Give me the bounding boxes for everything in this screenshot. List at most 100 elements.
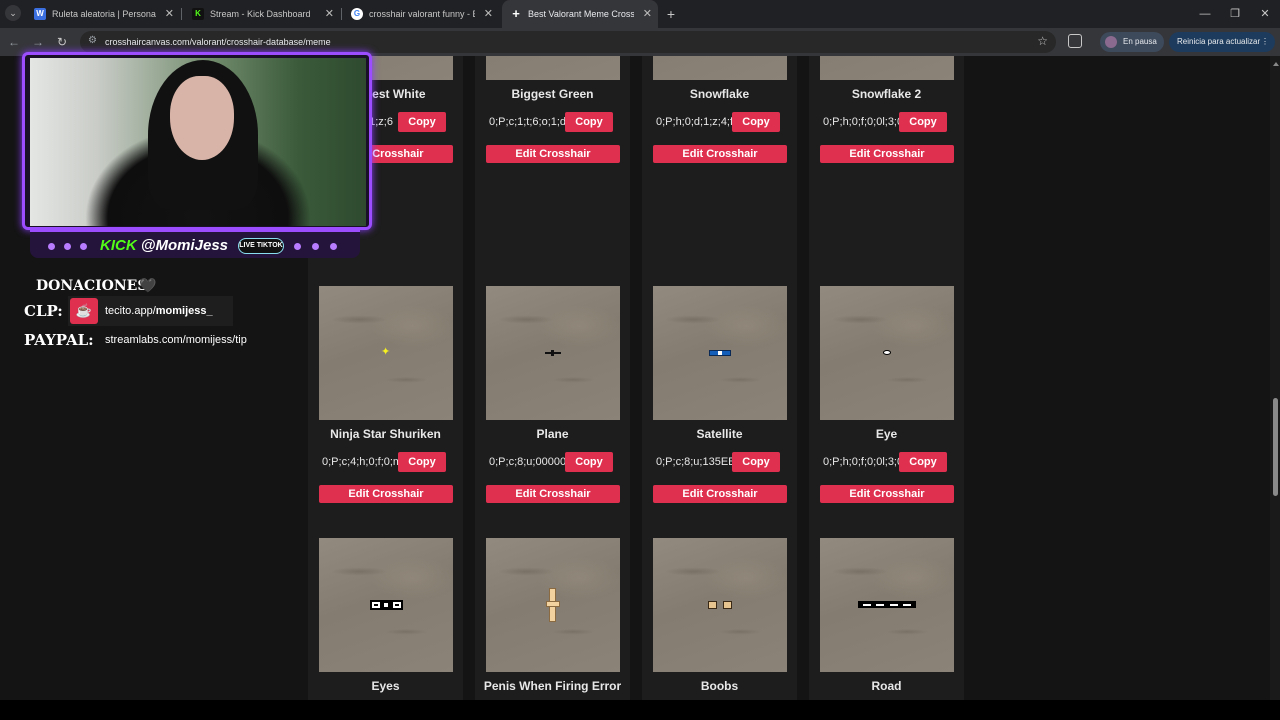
taskbar-strip xyxy=(0,700,1280,720)
close-icon[interactable]: ✕ xyxy=(325,0,334,28)
extensions-icon[interactable] xyxy=(1068,34,1082,48)
tab-search-icon[interactable]: ⌄ xyxy=(5,5,21,21)
tab-title: Stream - Kick Dashboard xyxy=(210,9,311,19)
copy-button[interactable]: Copy xyxy=(398,452,446,472)
copy-button[interactable]: Copy xyxy=(732,112,780,132)
decor-dot xyxy=(312,243,319,250)
crosshair-preview: ✦ xyxy=(319,286,453,420)
copy-button[interactable]: Copy xyxy=(899,452,947,472)
address-bar[interactable]: ⚙ crosshaircanvas.com/valorant/crosshair… xyxy=(80,31,1056,53)
close-window-icon[interactable]: ✕ xyxy=(1250,0,1280,28)
tab-separator xyxy=(181,8,182,20)
tab-separator xyxy=(341,8,342,20)
tiktok-live-badge: LIVE TIKTOK xyxy=(238,238,284,254)
crosshair-preview: ✥ xyxy=(653,56,787,80)
close-icon[interactable]: ✕ xyxy=(643,0,652,28)
crosshair-code: 0;P;h;0;f;0;0l;3;0v xyxy=(823,456,899,468)
copy-button[interactable]: Copy xyxy=(398,112,446,132)
minimize-icon[interactable]: — xyxy=(1190,0,1220,28)
crosshair-preview xyxy=(486,538,620,672)
tab-google-search[interactable]: G crosshair valorant funny - Busc ✕ xyxy=(343,0,499,28)
page-scrollbar[interactable] xyxy=(1270,56,1280,700)
crosshair-name: Ninja Star Shuriken xyxy=(330,427,441,441)
crosshair-code: 0;P;c;4;h;0;f;0;m; xyxy=(322,456,398,468)
donations-title: DONACIONES xyxy=(36,278,148,294)
decor-dot xyxy=(294,243,301,250)
copy-button[interactable]: Copy xyxy=(899,112,947,132)
crosshair-preview xyxy=(486,286,620,420)
close-icon[interactable]: ✕ xyxy=(165,0,174,28)
crosshair-preview xyxy=(820,538,954,672)
webcam-person-face xyxy=(170,76,234,160)
reload-icon[interactable]: ↻ xyxy=(54,34,70,50)
crosshair-preview xyxy=(486,56,620,80)
copy-button[interactable]: Copy xyxy=(732,452,780,472)
edit-crosshair-button[interactable]: Edit Crosshair xyxy=(486,145,620,163)
tecito-domain: tecito.app/ xyxy=(105,305,156,317)
edit-crosshair-button[interactable]: Edit Crosshair xyxy=(653,485,787,503)
crosshair-name: Biggest Green xyxy=(511,87,594,101)
profile-status-label: En pausa xyxy=(1123,37,1157,46)
more-menu-icon[interactable]: ⋮ xyxy=(1261,32,1269,52)
profile-paused-button[interactable]: En pausa xyxy=(1100,32,1164,52)
crosshair-preview xyxy=(653,286,787,420)
crosshair-preview xyxy=(820,286,954,420)
kick-handle: KICK @MomiJess xyxy=(100,236,228,256)
edit-crosshair-button[interactable]: Edit Crosshair xyxy=(820,485,954,503)
edit-crosshair-button[interactable]: Edit Crosshair xyxy=(820,145,954,163)
edit-crosshair-button[interactable]: Edit Crosshair xyxy=(319,485,453,503)
google-favicon-icon: G xyxy=(351,8,363,20)
browser-tab-strip: ⌄ W Ruleta aleatoria | Personaliza y ✕ K… xyxy=(0,0,1280,28)
site-info-icon[interactable]: ⚙ xyxy=(88,35,100,47)
restart-update-button[interactable]: Reinicia para actualizar ⋮ xyxy=(1169,32,1275,52)
url-text: crosshaircanvas.com/valorant/crosshair-d… xyxy=(105,37,331,47)
tab-ruleta[interactable]: W Ruleta aleatoria | Personaliza y ✕ xyxy=(26,0,180,28)
crosshair-name: Road xyxy=(871,679,902,693)
crosshair-name: Satellite xyxy=(696,427,743,441)
crosshair-preview xyxy=(653,538,787,672)
update-label: Reinicia para actualizar xyxy=(1177,37,1261,46)
tab-kick-dashboard[interactable]: K Stream - Kick Dashboard ✕ xyxy=(184,0,340,28)
crosshair-code: 0;P;c;8;u;000000 xyxy=(489,456,565,468)
streamer-handle: @MomiJess xyxy=(140,237,229,254)
close-icon[interactable]: ✕ xyxy=(484,0,493,28)
edit-crosshair-button[interactable]: Edit Crosshair xyxy=(653,145,787,163)
crosshair-code: 0;P;h;0;f;0;0l;3;0l; xyxy=(823,116,899,128)
kick-favicon-icon: K xyxy=(192,8,204,20)
cup-icon: ☕ xyxy=(70,298,98,324)
tab-title: Ruleta aleatoria | Personaliza y xyxy=(52,9,156,19)
decor-dot xyxy=(80,243,87,250)
crosshair-code: 0;P;h;0;d;1;z;4;f;0 xyxy=(656,116,732,128)
scrollbar-thumb[interactable] xyxy=(1273,398,1278,496)
tab-crosshairs-active[interactable]: + Best Valorant Meme Crosshairs ✕ xyxy=(502,0,658,28)
crosshair-name: Snowflake xyxy=(689,87,750,101)
clp-label: CLP: xyxy=(24,302,63,320)
crosshair-preview: ✥ xyxy=(820,56,954,80)
forward-arrow-icon[interactable]: → xyxy=(30,34,46,50)
crosshair-name: Eye xyxy=(875,427,898,441)
avatar xyxy=(1105,36,1117,48)
tecito-user: momijess_ xyxy=(155,305,213,317)
bookmark-star-icon[interactable]: ☆ xyxy=(1037,34,1048,48)
paypal-url: streamlabs.com/momijess/tip xyxy=(105,334,247,346)
tecito-link-box: ☕ tecito.app/momijess_ xyxy=(68,296,233,326)
stream-handle-bar: KICK @MomiJess LIVE TIKTOK xyxy=(30,230,360,258)
crosshair-name: Boobs xyxy=(700,679,739,693)
scroll-up-arrow-icon[interactable] xyxy=(1273,62,1279,66)
copy-button[interactable]: Copy xyxy=(565,112,613,132)
crosshair-code: 0;P;c;8;u;135EB9 xyxy=(656,456,732,468)
crosshair-name: Eyes xyxy=(371,679,400,693)
decor-dot xyxy=(330,243,337,250)
copy-button[interactable]: Copy xyxy=(565,452,613,472)
crosshair-code: 0;P;c;1;t;6;o;1;d;1 xyxy=(489,116,565,128)
restore-icon[interactable]: ❐ xyxy=(1220,0,1250,28)
wheel-favicon-icon: W xyxy=(34,8,46,20)
heart-icon: 🖤 xyxy=(139,277,157,293)
edit-crosshair-button[interactable]: Edit Crosshair xyxy=(486,485,620,503)
back-arrow-icon[interactable]: ← xyxy=(6,34,22,50)
decor-dot xyxy=(64,243,71,250)
kick-logo-text: KICK xyxy=(100,237,137,254)
crosshair-preview xyxy=(319,538,453,672)
crosshair-name: Penis When Firing Error xyxy=(483,679,622,693)
new-tab-plus-icon[interactable]: + xyxy=(664,0,678,28)
